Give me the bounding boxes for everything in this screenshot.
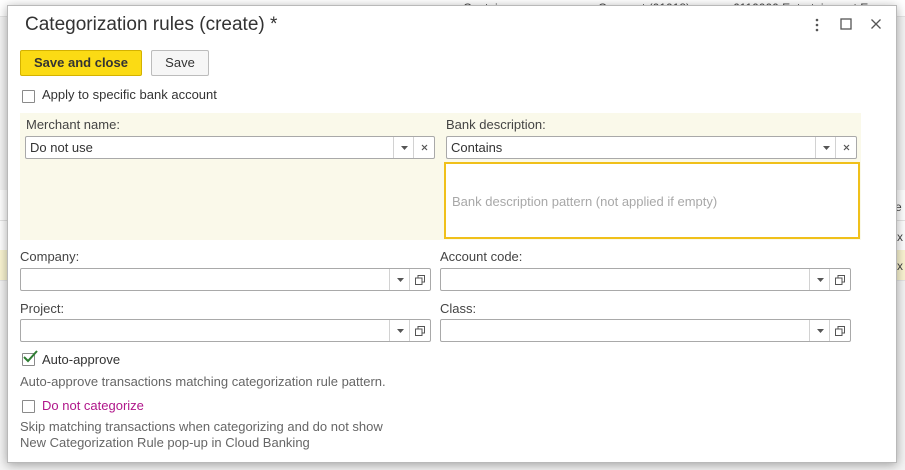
project-select[interactable] (20, 319, 431, 342)
account-code-label: Account code: (440, 249, 523, 264)
clear-icon[interactable] (835, 137, 856, 158)
merchant-name-value: Do not use (30, 140, 93, 155)
account-code-select[interactable] (440, 268, 851, 291)
bank-description-value: Contains (451, 140, 503, 155)
bank-description-pattern-placeholder: Bank description pattern (not applied if… (452, 194, 718, 209)
do-not-categorize-note-line2: New Categorization Rule pop-up in Cloud … (20, 435, 310, 450)
auto-approve-checkbox[interactable] (22, 350, 38, 366)
auto-approve-note: Auto-approve transactions matching categ… (20, 374, 386, 389)
auto-approve-label[interactable]: Auto-approve (42, 352, 120, 367)
dialog-title: Categorization rules (create) * (25, 14, 278, 35)
chevron-down-icon[interactable] (815, 137, 836, 158)
company-select[interactable] (20, 268, 431, 291)
chevron-down-icon[interactable] (393, 137, 414, 158)
merchant-name-label: Merchant name: (26, 117, 120, 132)
do-not-categorize-label[interactable]: Do not categorize (42, 398, 144, 413)
class-select[interactable] (440, 319, 851, 342)
do-not-categorize-checkbox[interactable] (22, 400, 35, 413)
checkmark-icon (23, 350, 38, 363)
open-form-icon[interactable] (409, 269, 430, 290)
chevron-down-icon[interactable] (809, 269, 830, 290)
bank-description-select[interactable]: Contains (446, 136, 857, 159)
bank-description-pattern-input[interactable]: Bank description pattern (not applied if… (444, 162, 860, 239)
open-form-icon[interactable] (409, 320, 430, 341)
class-label: Class: (440, 301, 477, 316)
save-and-close-button[interactable]: Save and close (20, 50, 142, 76)
apply-bank-account-checkbox[interactable] (22, 90, 35, 103)
chevron-down-icon[interactable] (389, 320, 410, 341)
chevron-down-icon[interactable] (809, 320, 830, 341)
clear-icon[interactable] (413, 137, 434, 158)
categorization-rule-dialog: Categorization rules (create) * Save and… (7, 5, 897, 463)
open-form-icon[interactable] (829, 320, 850, 341)
bank-description-label: Bank description: (446, 117, 546, 132)
project-label: Project: (20, 301, 65, 316)
do-not-categorize-note-line1: Skip matching transactions when categori… (20, 419, 383, 434)
background-cell: x (897, 230, 903, 244)
background-cell: x (897, 259, 903, 273)
merchant-name-select[interactable]: Do not use (25, 136, 435, 159)
close-icon[interactable] (865, 14, 887, 36)
save-button[interactable]: Save (151, 50, 209, 76)
open-form-icon[interactable] (829, 269, 850, 290)
more-vertical-icon[interactable] (806, 14, 828, 36)
chevron-down-icon[interactable] (389, 269, 410, 290)
apply-bank-account-label[interactable]: Apply to specific bank account (42, 87, 217, 102)
company-label: Company: (20, 249, 80, 264)
maximize-icon[interactable] (835, 14, 857, 36)
